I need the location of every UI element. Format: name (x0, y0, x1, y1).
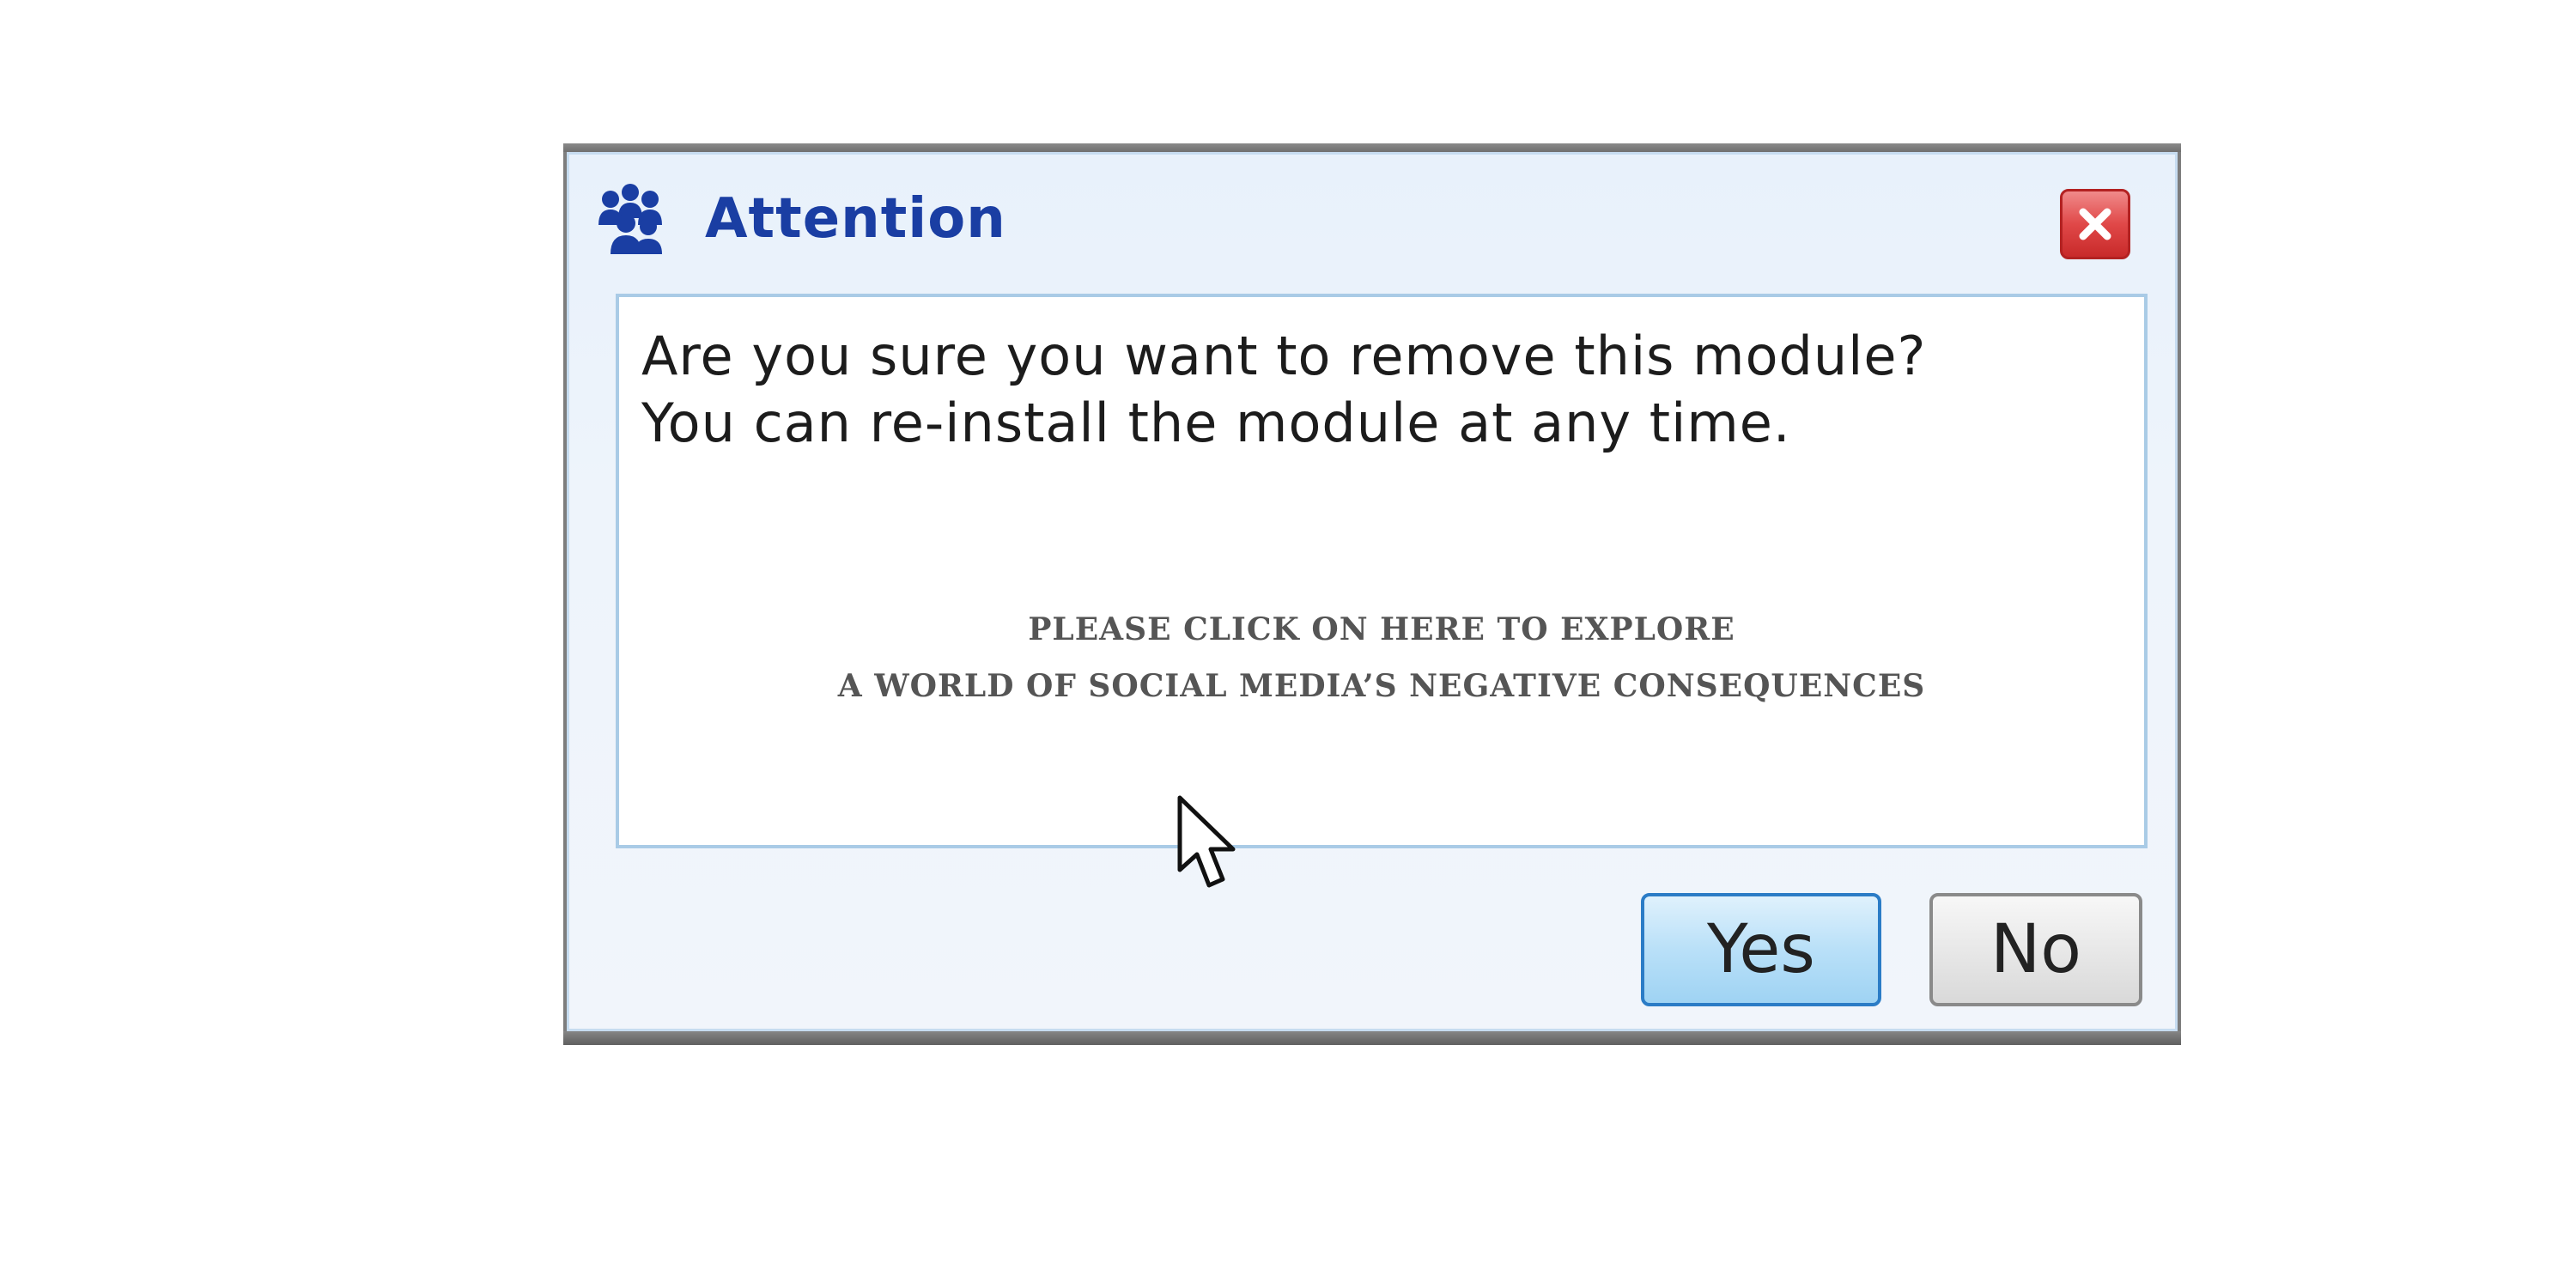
attention-dialog: Attention Are you sure you want to remov… (567, 152, 2178, 1031)
dialog-title: Attention (705, 187, 1006, 251)
window-top-edge (563, 143, 2181, 152)
close-icon (2079, 208, 2111, 240)
message-line-1: Are you sure you want to remove this mod… (641, 325, 1927, 387)
message-line-2: You can re-install the module at any tim… (641, 392, 1791, 454)
mouse-pointer-icon (1177, 795, 1236, 888)
explore-link-line-2[interactable]: A WORLD OF SOCIAL MEDIA’S NEGATIVE CONSE… (619, 668, 2144, 704)
dialog-window: Attention Are you sure you want to remov… (563, 143, 2181, 1045)
window-bottom-edge (563, 1031, 2181, 1045)
explore-link-line-1[interactable]: PLEASE CLICK ON HERE TO EXPLORE (619, 611, 2144, 647)
dialog-titlebar: Attention (569, 155, 2175, 283)
no-button[interactable]: No (1929, 893, 2142, 1006)
close-button[interactable] (2060, 189, 2130, 259)
users-group-icon (592, 180, 669, 258)
message-area: Are you sure you want to remove this mod… (616, 294, 2148, 848)
yes-button[interactable]: Yes (1641, 893, 1881, 1006)
